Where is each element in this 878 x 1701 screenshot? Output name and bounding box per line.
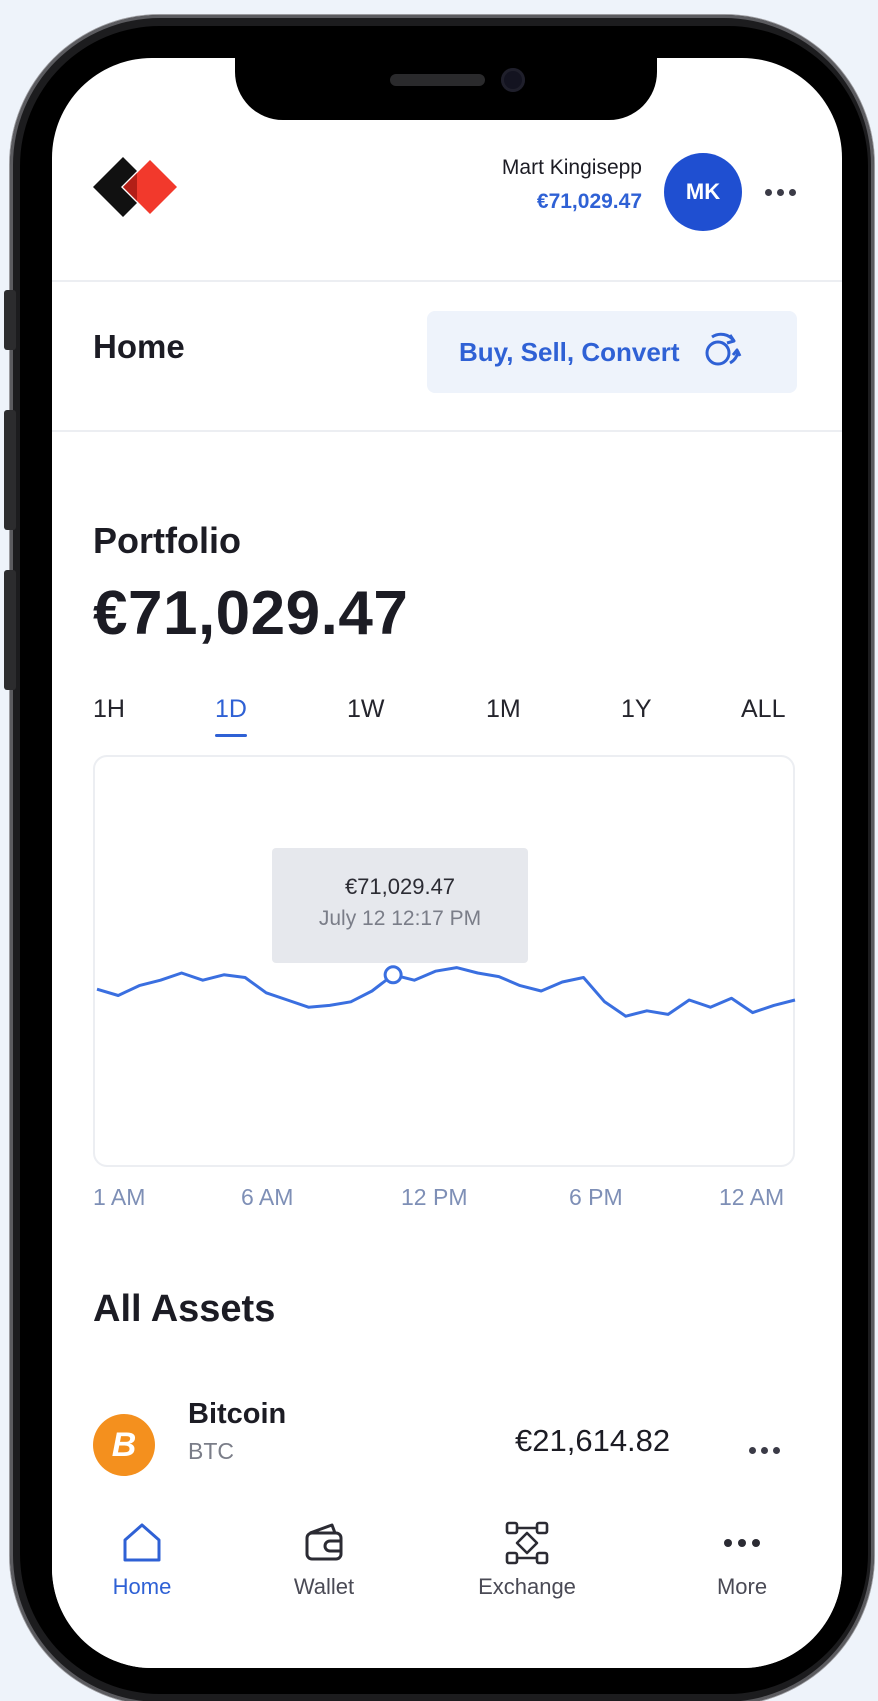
user-balance: €71,029.47 [536, 190, 642, 213]
tab-home[interactable]: Home [72, 1518, 212, 1600]
header-more-icon[interactable] [765, 185, 801, 199]
buy-sell-convert-button[interactable]: Buy, Sell, Convert [427, 311, 797, 393]
range-all[interactable]: ALL [741, 695, 785, 724]
x-tick-label: 1 AM [93, 1184, 146, 1210]
portfolio-value: €71,029.47 [93, 579, 409, 648]
tab-label: Wallet [293, 1574, 355, 1599]
bitcoin-icon: B [93, 1414, 155, 1476]
tab-more[interactable]: More [672, 1518, 812, 1600]
more-dots-icon [672, 1518, 812, 1568]
portfolio-label: Portfolio [93, 520, 241, 561]
asset-name: Bitcoin [188, 1398, 287, 1430]
tab-label: More [716, 1574, 768, 1599]
tab-label: Exchange [478, 1574, 576, 1599]
chart-tooltip: €71,029.47 July 12 12:17 PM [272, 848, 528, 963]
chart-highlight-point[interactable] [383, 965, 403, 985]
exchange-icon [457, 1518, 597, 1568]
time-range-selector: 1H 1D 1W 1M 1Y ALL [93, 695, 793, 745]
convert-icon [700, 329, 742, 376]
asset-more-icon[interactable] [749, 1443, 785, 1457]
range-1m[interactable]: 1M [486, 695, 521, 724]
assets-title: All Assets [93, 1288, 276, 1330]
user-info[interactable]: Mart Kingisepp €71,029.47 [502, 153, 642, 221]
user-name: Mart Kingisepp [501, 156, 642, 179]
portfolio-chart-svg [96, 965, 796, 1018]
x-tick-label: 6 PM [569, 1184, 623, 1210]
volume-up-button [4, 410, 16, 530]
page-title: Home [93, 328, 185, 365]
notch [235, 58, 657, 120]
app-screen: Mart Kingisepp €71,029.47 MK Home Buy, S… [52, 58, 842, 1668]
x-tick-label: 12 PM [401, 1184, 468, 1210]
tab-label: Home [112, 1574, 172, 1599]
tooltip-value: €71,029.47 [344, 874, 456, 899]
range-1y[interactable]: 1Y [621, 695, 652, 724]
avatar[interactable]: MK [664, 153, 742, 231]
tab-exchange[interactable]: Exchange [457, 1518, 597, 1600]
asset-ticker: BTC [188, 1438, 234, 1464]
asset-value: €21,614.82 [515, 1423, 671, 1458]
tooltip-date: July 12 12:17 PM [318, 907, 482, 930]
speaker [390, 74, 485, 86]
asset-row-bitcoin[interactable] [52, 1358, 842, 1503]
range-1d[interactable]: 1D [215, 695, 247, 737]
x-tick-label: 6 AM [241, 1184, 294, 1210]
front-camera [501, 68, 525, 92]
mute-switch [4, 290, 16, 350]
range-1h[interactable]: 1H [93, 695, 125, 724]
volume-down-button [4, 570, 16, 690]
x-tick-label: 12 AM [719, 1184, 785, 1210]
chart-x-axis: 1 AM 6 AM 12 PM 6 PM 12 AM [93, 1184, 795, 1218]
home-icon [72, 1518, 212, 1568]
buy-sell-convert-label: Buy, Sell, Convert [459, 336, 680, 367]
wallet-icon [254, 1518, 394, 1568]
chart-series-line [96, 966, 796, 1018]
app-logo[interactable] [93, 157, 177, 222]
range-1w[interactable]: 1W [347, 695, 385, 724]
tab-wallet[interactable]: Wallet [254, 1518, 394, 1600]
